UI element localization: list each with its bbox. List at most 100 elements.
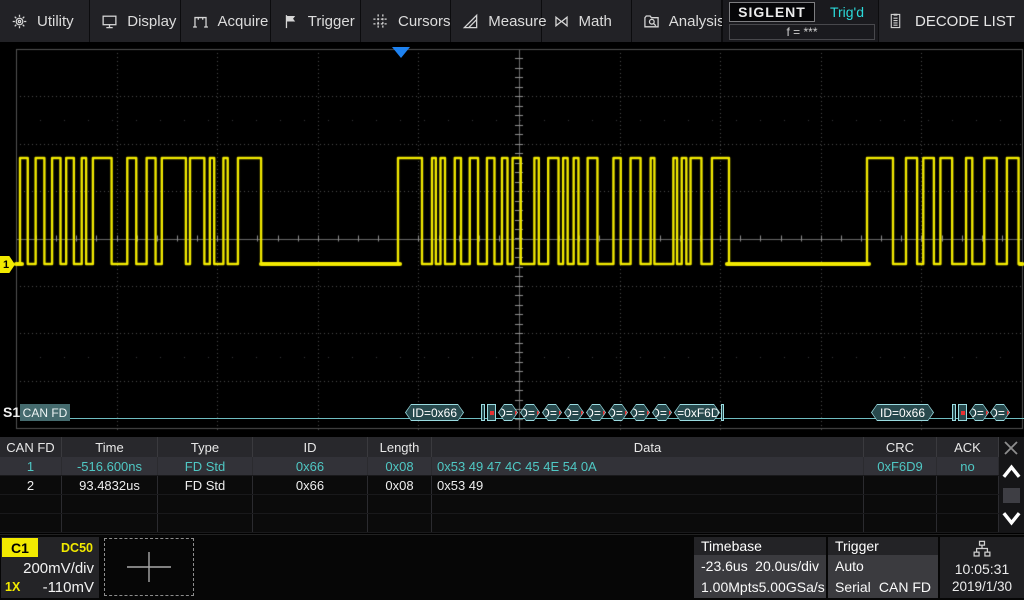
menu-item-label: Measure [488, 13, 546, 30]
column-header-type: Type [158, 437, 253, 457]
decode-cell [0, 514, 62, 532]
decode-bubble-data: D= [542, 404, 562, 421]
trigger-title: Trigger [828, 537, 938, 555]
menu-item-label: Acquire [218, 13, 269, 30]
frequency-counter-readout: f = *** [729, 24, 875, 40]
waveform-display[interactable] [0, 42, 1024, 437]
decode-cell: 2 [0, 476, 62, 494]
decode-bubble-data: D= [608, 404, 628, 421]
network-icon [972, 540, 992, 558]
acquire-icon [192, 13, 209, 30]
channel-volt-scale: 200mV/div [23, 560, 94, 577]
decode-bubble-id: ID=0x66 [871, 404, 934, 421]
column-header-crc: CRC [864, 437, 937, 457]
decode-field-marker [952, 404, 956, 421]
decode-bubble-text: D= [653, 406, 667, 420]
decode-cell: -516.600ns [62, 457, 158, 475]
timebase-values: -23.6us 20.0us/div 1.00Mpts 5.00GSa/s [694, 555, 826, 598]
decode-row-2[interactable]: 293.4832usFD Std0x660x080x53 49 [0, 476, 1024, 495]
decode-list-label: DECODE LIST [915, 13, 1015, 30]
decode-cell: 0x08 [368, 476, 432, 494]
decode-list-button[interactable]: DECODE LIST [878, 0, 1024, 42]
math-icon [553, 13, 570, 30]
decode-cell [864, 495, 937, 513]
column-header-length: Length [368, 437, 432, 457]
decode-bubble-text: D= [991, 406, 1005, 420]
memory-depth: 1.00Mpts [701, 579, 759, 595]
decode-cell [253, 514, 368, 532]
decode-cell [432, 514, 864, 532]
decode-error-dot [490, 411, 494, 415]
menu-item-analysis[interactable]: Analysis [632, 0, 722, 42]
menu-item-trigger[interactable]: Trigger [271, 0, 361, 42]
decode-table-scrollbar [999, 437, 1024, 533]
decode-bubble-text: D= [970, 406, 984, 420]
decode-cell [864, 476, 937, 494]
column-header-data: Data [432, 437, 864, 457]
decode-bubble-data: D= [990, 404, 1010, 421]
decode-row-empty [0, 514, 1024, 533]
decode-cell: 0x53 49 [432, 476, 864, 494]
timebase-delay: -23.6us [701, 558, 748, 574]
menu-item-label: Utility [37, 13, 74, 30]
column-header-time: Time [62, 437, 158, 457]
decode-bubble-data: D= [586, 404, 606, 421]
timebase-panel[interactable]: Timebase -23.6us 20.0us/div 1.00Mpts 5.0… [694, 537, 826, 598]
decode-field-marker [481, 404, 485, 421]
decode-bubble-text: D= [587, 406, 601, 420]
decode-table: CAN FDTimeTypeIDLengthDataCRCACK1-516.60… [0, 437, 1024, 533]
channel-1-badge: C1 [2, 538, 38, 557]
menu-item-label: Math [579, 13, 612, 30]
timebase-scale: 20.0us/div [755, 558, 819, 574]
decode-cell: 1 [0, 457, 62, 475]
trigger-flag-icon [282, 13, 299, 30]
decode-bubble-data: D= [652, 404, 672, 421]
menu-bar: UtilityDisplayAcquireTriggerCursorsMeasu… [0, 0, 722, 42]
sample-rate: 5.00GSa/s [759, 579, 825, 595]
decode-bubble-text: C=0xF6D [675, 406, 719, 420]
cursors-icon [372, 13, 389, 30]
oscilloscope-screen: UtilityDisplayAcquireTriggerCursorsMeasu… [0, 0, 1024, 600]
menu-item-measure[interactable]: Measure [451, 0, 541, 42]
decode-cell: 0x53 49 47 4C 45 4E 54 0A [432, 457, 864, 475]
decode-cell [937, 476, 999, 494]
decode-bubble-data: D= [564, 404, 584, 421]
column-header-can-fd: CAN FD [0, 437, 62, 457]
close-icon[interactable] [1001, 439, 1021, 457]
channel-1-panel[interactable]: C1 DC50 200mV/div 1X -110mV [1, 537, 99, 598]
decode-row-1[interactable]: 1-516.600nsFD Std0x660x080x53 49 47 4C 4… [0, 457, 1024, 476]
menu-item-cursors[interactable]: Cursors [361, 0, 451, 42]
decode-row-empty [0, 495, 1024, 514]
column-header-ack: ACK [937, 437, 999, 457]
channel-coupling: DC50 [61, 541, 93, 555]
decode-cell: 0x66 [253, 457, 368, 475]
bottom-bar: C1 DC50 200mV/div 1X -110mV Timebase -23… [0, 534, 1024, 600]
trigger-position-marker[interactable] [392, 47, 410, 58]
brand-text: SIGLENT [738, 4, 806, 20]
decode-cell: 0x66 [253, 476, 368, 494]
scroll-thumb[interactable] [1003, 488, 1020, 503]
add-channel-box[interactable] [104, 538, 194, 596]
clock-time: 10:05:31 [940, 561, 1024, 577]
menu-item-utility[interactable]: Utility [0, 0, 90, 42]
decode-bubble-text: ID=0x66 [412, 406, 457, 420]
decode-bus-protocol[interactable]: CAN FD [20, 404, 70, 421]
menu-item-acquire[interactable]: Acquire [181, 0, 271, 42]
decode-bubble-text: D= [543, 406, 557, 420]
scroll-down-button[interactable] [1000, 506, 1023, 530]
scroll-up-button[interactable] [1000, 460, 1023, 484]
decode-field-marker [487, 404, 496, 421]
menu-item-display[interactable]: Display [90, 0, 180, 42]
decode-cell [0, 495, 62, 513]
menu-item-math[interactable]: Math [542, 0, 632, 42]
measure-icon [462, 13, 479, 30]
channel-offset: -110mV [43, 579, 94, 596]
decode-cell: 0xF6D9 [864, 457, 937, 475]
menu-item-label: Display [127, 13, 176, 30]
decode-bubble-data: D= [520, 404, 540, 421]
trigger-panel[interactable]: Trigger Auto Serial CAN FD [828, 537, 938, 598]
menu-item-label: Cursors [398, 13, 451, 30]
plus-icon [125, 550, 173, 584]
trigger-type: Serial [835, 579, 871, 595]
decode-cell [937, 514, 999, 532]
